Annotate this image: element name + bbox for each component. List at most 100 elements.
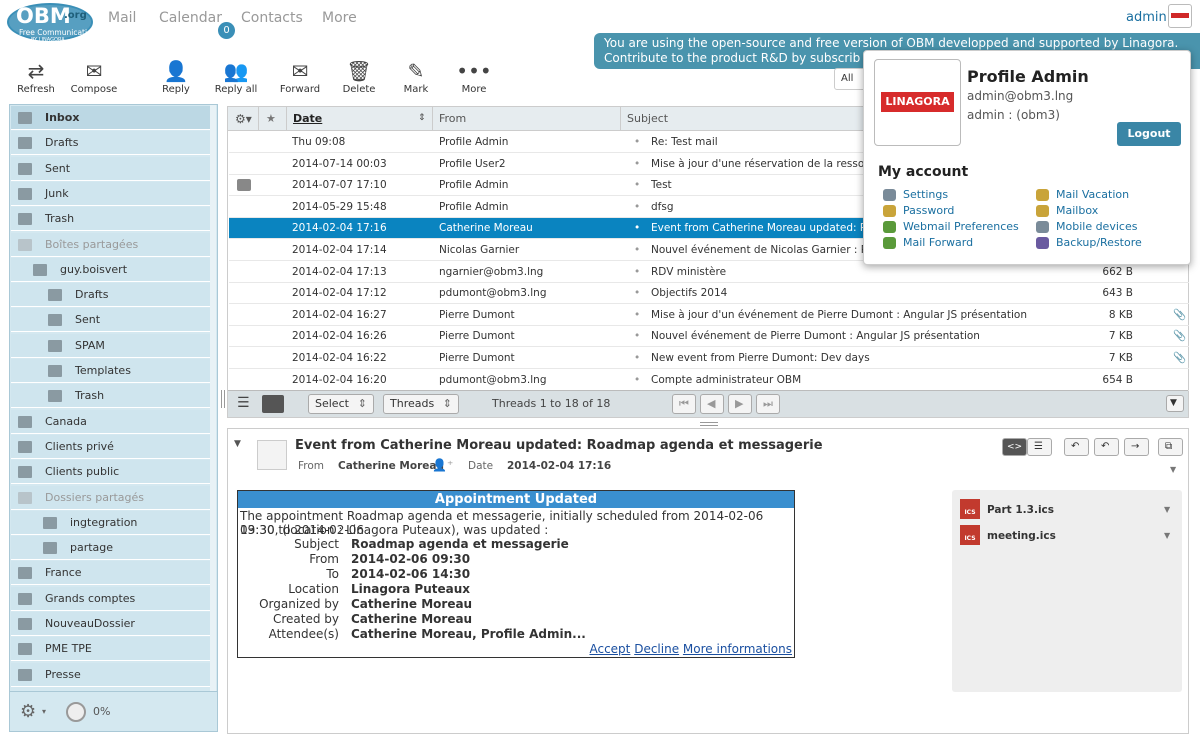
- account-link[interactable]: Password: [903, 204, 954, 217]
- folder-item[interactable]: PME TPE: [11, 637, 216, 662]
- folder-item[interactable]: Inbox: [11, 106, 216, 130]
- preview-reply-all-button[interactable]: ↶: [1094, 438, 1119, 456]
- accept-link[interactable]: Accept: [589, 642, 630, 656]
- html-view-button[interactable]: <>: [1002, 438, 1027, 456]
- flag-header[interactable]: ★: [258, 107, 286, 131]
- account-link[interactable]: Webmail Preferences: [903, 220, 1019, 233]
- compose-button[interactable]: ✉ Compose: [70, 58, 118, 95]
- appointment-intro-2: 13:30, (location : Linagora Puteaux), wa…: [240, 523, 549, 537]
- prev-page-button[interactable]: ◀: [700, 394, 724, 414]
- folder-scrollbar[interactable]: [210, 105, 216, 691]
- list-options-header[interactable]: ⚙▾: [228, 107, 258, 131]
- decline-link[interactable]: Decline: [634, 642, 679, 656]
- folder-item[interactable]: Sent: [11, 156, 216, 181]
- folder-item[interactable]: Clients privé: [11, 434, 216, 459]
- mark-button[interactable]: ✎ Mark: [396, 58, 436, 95]
- table-row[interactable]: 2014-02-04 16:27 Pierre Dumont Mise à jour…: [229, 305, 1189, 326]
- collapse-header-icon[interactable]: ▼: [234, 439, 241, 449]
- folder-item[interactable]: Clients public: [11, 460, 216, 485]
- folder-item[interactable]: Drafts: [11, 283, 216, 308]
- row-from: Profile User2: [439, 157, 506, 170]
- folder-item[interactable]: Grands comptes: [11, 586, 216, 611]
- folder-item[interactable]: Junk: [11, 181, 216, 206]
- folder-item[interactable]: partage: [11, 536, 216, 561]
- pane-resize-handle[interactable]: [700, 422, 718, 426]
- folder-item[interactable]: Drafts: [11, 131, 216, 156]
- sort-icon: ⇕: [418, 113, 426, 123]
- more-button[interactable]: ••• More: [454, 58, 494, 95]
- settings-gear-icon[interactable]: ⚙: [20, 701, 36, 722]
- forward-button[interactable]: ✉ Forward: [278, 58, 322, 95]
- folder-item[interactable]: guy.boisvert: [11, 257, 216, 282]
- folder-item[interactable]: Dossiers partagés: [11, 485, 216, 510]
- table-row[interactable]: 2014-02-04 16:20 pdumont@obm3.lng Compte a…: [229, 370, 1189, 391]
- account-link[interactable]: Mobile devices: [1056, 220, 1137, 233]
- attachment-name[interactable]: Part 1.3.ics: [987, 504, 1054, 516]
- nav-mail[interactable]: Mail: [108, 10, 136, 26]
- preview-forward-button[interactable]: →: [1124, 438, 1149, 456]
- from-column-header[interactable]: From: [432, 107, 620, 131]
- logout-button[interactable]: Logout: [1117, 122, 1181, 146]
- folder-item[interactable]: Canada: [11, 409, 216, 434]
- thread-expand-icon[interactable]: [237, 179, 251, 192]
- folder-item[interactable]: SPAM: [11, 333, 216, 358]
- attachment-menu-icon[interactable]: ▼: [1164, 505, 1170, 514]
- folder-item[interactable]: Sent: [11, 308, 216, 333]
- threads-dropdown[interactable]: Threads ⇕: [383, 394, 459, 414]
- table-row[interactable]: 2014-02-04 16:22 Pierre Dumont New event f…: [229, 348, 1189, 369]
- folder-icon: [18, 618, 32, 630]
- folder-item[interactable]: ingtegration: [11, 510, 216, 535]
- table-row[interactable]: 2014-02-04 16:26 Pierre Dumont Nouvel évén…: [229, 326, 1189, 348]
- folder-item[interactable]: Trash: [11, 207, 216, 232]
- list-view-icon[interactable]: ☰: [237, 395, 250, 411]
- preview-reply-button[interactable]: ↶: [1064, 438, 1089, 456]
- sender-name[interactable]: Catherine Moreau: [338, 460, 444, 472]
- first-page-button[interactable]: ⏮: [672, 394, 696, 414]
- date-column-header[interactable]: Date: [286, 107, 432, 131]
- field-value: Catherine Moreau: [351, 612, 473, 626]
- account-link[interactable]: Mailbox: [1056, 204, 1098, 217]
- user-avatar[interactable]: [1168, 4, 1192, 28]
- more-actions-icon[interactable]: ▼: [1170, 465, 1176, 474]
- sidebar-resize-handle[interactable]: [221, 390, 225, 408]
- obm-logo[interactable]: OBM .org Free Communication BY LINAGORA: [6, 2, 96, 46]
- row-from: Catherine Moreau: [439, 222, 533, 235]
- paperclip-icon: 📎: [1173, 308, 1187, 321]
- reply-button[interactable]: 👤 Reply: [156, 58, 196, 95]
- preview-view-icon[interactable]: [262, 395, 284, 413]
- list-menu-button[interactable]: ▼: [1166, 395, 1184, 412]
- attachment-menu-icon[interactable]: ▼: [1164, 531, 1170, 540]
- folder-item[interactable]: NouveauDossier: [11, 612, 216, 636]
- account-link[interactable]: Mail Vacation: [1056, 188, 1129, 201]
- delete-button[interactable]: 🗑 Delete: [340, 58, 378, 95]
- next-page-button[interactable]: ▶: [728, 394, 752, 414]
- table-row[interactable]: 2014-02-04 17:12 pdumont@obm3.lng Objectif…: [229, 283, 1189, 305]
- folder-item[interactable]: Boîtes partagées: [11, 232, 216, 257]
- folder-label: Boîtes partagées: [45, 237, 139, 251]
- add-contact-icon[interactable]: 👤⁺: [432, 458, 453, 472]
- folder-label: Canada: [45, 414, 87, 428]
- select-dropdown[interactable]: Select ⇕: [308, 394, 374, 414]
- reply-all-button[interactable]: 👥 Reply all: [208, 58, 264, 95]
- row-size: 643 B: [1102, 287, 1133, 300]
- chevron-down-icon[interactable]: ▾: [42, 707, 46, 716]
- nav-contacts[interactable]: Contacts: [241, 10, 303, 26]
- nav-more[interactable]: More: [322, 10, 357, 26]
- refresh-button[interactable]: ⇄ Refresh: [14, 58, 58, 95]
- text-view-button[interactable]: ☰: [1027, 438, 1052, 456]
- open-window-button[interactable]: ⧉: [1158, 438, 1183, 456]
- unread-dot-icon: •: [634, 373, 641, 386]
- more-info-link[interactable]: More informations: [683, 642, 792, 656]
- user-menu-link[interactable]: admin: [1126, 10, 1167, 25]
- account-link[interactable]: Mail Forward: [903, 236, 973, 249]
- account-link[interactable]: Settings: [903, 188, 948, 201]
- folder-item[interactable]: Presse: [11, 662, 216, 687]
- unread-dot-icon: •: [634, 330, 641, 343]
- nav-calendar[interactable]: Calendar: [159, 10, 222, 26]
- attachment-name[interactable]: meeting.ics: [987, 530, 1056, 542]
- folder-item[interactable]: France: [11, 561, 216, 586]
- account-link[interactable]: Backup/Restore: [1056, 236, 1142, 249]
- last-page-button[interactable]: ⏭: [756, 394, 780, 414]
- folder-item[interactable]: Trash: [11, 384, 216, 409]
- folder-item[interactable]: Templates: [11, 359, 216, 383]
